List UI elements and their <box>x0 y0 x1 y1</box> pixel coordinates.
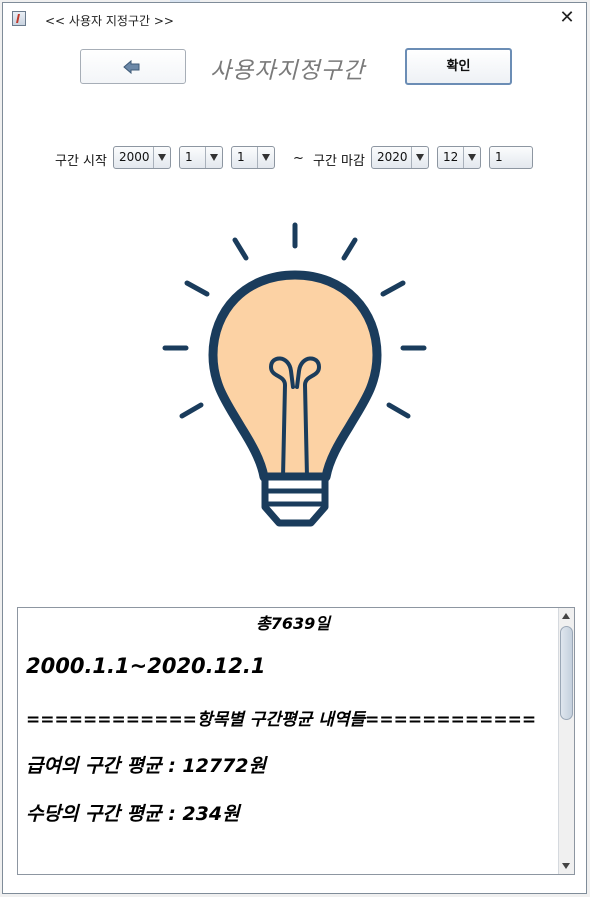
end-day-value: 1 <box>495 150 503 164</box>
window-title: << 사용자 지정구간 >> <box>45 14 174 28</box>
start-month-select[interactable]: 1 <box>179 146 223 169</box>
vertical-scrollbar[interactable] <box>558 608 574 874</box>
start-year-select[interactable]: 2000 <box>113 146 171 169</box>
close-icon[interactable]: ✕ <box>556 7 578 29</box>
chevron-down-icon <box>153 147 170 168</box>
range-end-label: 구간 마감 <box>313 154 365 169</box>
start-year-value: 2000 <box>119 150 150 164</box>
start-day-select[interactable]: 1 <box>231 146 275 169</box>
arrow-left-icon <box>123 60 140 74</box>
title-bar[interactable]: << 사용자 지정구간 >> ✕ <box>3 3 586 33</box>
result-text-content[interactable]: 총7639일 2000.1.1~2020.12.1 ============항목… <box>18 608 558 874</box>
section-header-line: ============항목별 구간평균 내역들============ <box>26 710 537 730</box>
lightbulb-glass <box>208 270 382 482</box>
end-year-select[interactable]: 2020 <box>371 146 429 169</box>
lightbulb-base <box>261 473 329 527</box>
page-title: 사용자지정구간 <box>210 58 366 84</box>
range-start-label: 구간 시작 <box>55 154 107 169</box>
scroll-down-icon[interactable] <box>559 858 574 874</box>
end-month-select[interactable]: 12 <box>437 146 481 169</box>
confirm-button[interactable]: 확인 <box>405 48 512 85</box>
scroll-up-icon[interactable] <box>559 608 574 624</box>
period-line: 2000.1.1~2020.12.1 <box>26 654 266 678</box>
scrollbar-thumb[interactable] <box>560 626 573 720</box>
start-day-value: 1 <box>237 150 245 164</box>
chevron-down-icon <box>411 147 428 168</box>
allowance-average-line: 수당의 구간 평균 : 234원 <box>26 803 240 825</box>
end-day-field[interactable]: 1 <box>489 146 533 169</box>
chevron-down-icon <box>257 147 274 168</box>
start-month-value: 1 <box>185 150 193 164</box>
end-month-value: 12 <box>443 150 459 164</box>
range-separator: ~ <box>293 151 304 166</box>
total-days-line: 총7639일 <box>256 614 330 633</box>
salary-average-line: 급여의 구간 평균 : 12772원 <box>26 755 266 777</box>
java-app-icon <box>12 11 26 26</box>
dialog-window: << 사용자 지정구간 >> ✕ 사용자지정구간 확인 구간 시작 2000 1… <box>2 2 587 894</box>
lightbulb-icon <box>162 222 427 527</box>
back-button[interactable] <box>80 49 186 84</box>
chevron-down-icon <box>205 147 222 168</box>
end-year-value: 2020 <box>377 150 408 164</box>
result-text-area[interactable]: 총7639일 2000.1.1~2020.12.1 ============항목… <box>17 607 575 875</box>
chevron-down-icon <box>463 147 480 168</box>
